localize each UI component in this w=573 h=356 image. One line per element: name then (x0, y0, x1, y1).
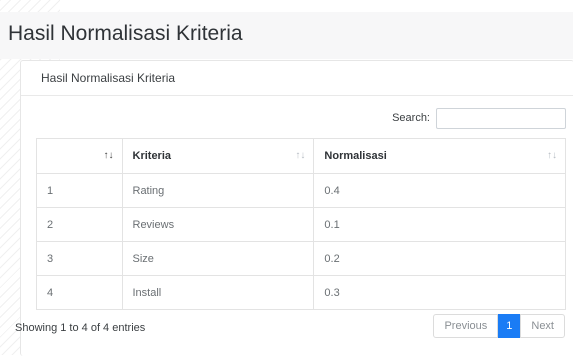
results-table: ↑↓ Kriteria ↑↓ Normalisasi ↑↓ 1 Rating 0… (36, 138, 566, 310)
page-title: Hasil Normalisasi Kriteria (8, 22, 243, 45)
page-header: Hasil Normalisasi Kriteria (0, 12, 573, 59)
cell-normalisasi: 0.4 (313, 173, 566, 208)
table-header-row: ↑↓ Kriteria ↑↓ Normalisasi ↑↓ (36, 138, 566, 174)
cell-kriteria: Install (121, 275, 315, 310)
card-header: Hasil Normalisasi Kriteria (21, 61, 573, 96)
cell-normalisasi: 0.1 (313, 207, 566, 242)
entries-info: Showing 1 to 4 of 4 entries (15, 322, 146, 334)
cell-number: 1 (36, 173, 123, 208)
previous-page-button[interactable]: Previous (433, 314, 499, 338)
cell-kriteria: Size (121, 241, 315, 276)
cell-normalisasi: 0.3 (313, 275, 566, 310)
cell-kriteria: Reviews (121, 207, 315, 242)
search-label: Search: (392, 112, 430, 124)
table-row: 3 Size 0.2 (36, 241, 566, 276)
sort-ascending-icon: ↑↓ (103, 150, 114, 161)
cell-number: 4 (36, 275, 123, 310)
cell-normalisasi: 0.2 (313, 241, 566, 276)
sort-icon: ↑↓ (547, 150, 557, 161)
next-page-button[interactable]: Next (520, 314, 565, 338)
cell-number: 2 (36, 207, 123, 242)
table-row: 2 Reviews 0.1 (36, 207, 566, 242)
pagination: Previous 1 Next (433, 314, 565, 338)
cell-number: 3 (36, 241, 123, 276)
sort-icon: ↑↓ (295, 150, 306, 161)
page-1-button[interactable]: 1 (498, 314, 521, 338)
card-title: Hasil Normalisasi Kriteria (41, 71, 176, 85)
column-header-number[interactable]: ↑↓ (36, 138, 123, 174)
column-header-kriteria[interactable]: Kriteria ↑↓ (121, 138, 315, 174)
column-header-normalisasi[interactable]: Normalisasi ↑↓ (313, 138, 566, 174)
table-row: 4 Install 0.3 (36, 275, 566, 310)
table-row: 1 Rating 0.4 (36, 173, 566, 208)
content-card: Hasil Normalisasi Kriteria Search: ↑↓ Kr… (20, 60, 573, 356)
cell-kriteria: Rating (121, 173, 315, 208)
search-container: Search: (392, 107, 566, 129)
search-input[interactable] (436, 107, 566, 129)
